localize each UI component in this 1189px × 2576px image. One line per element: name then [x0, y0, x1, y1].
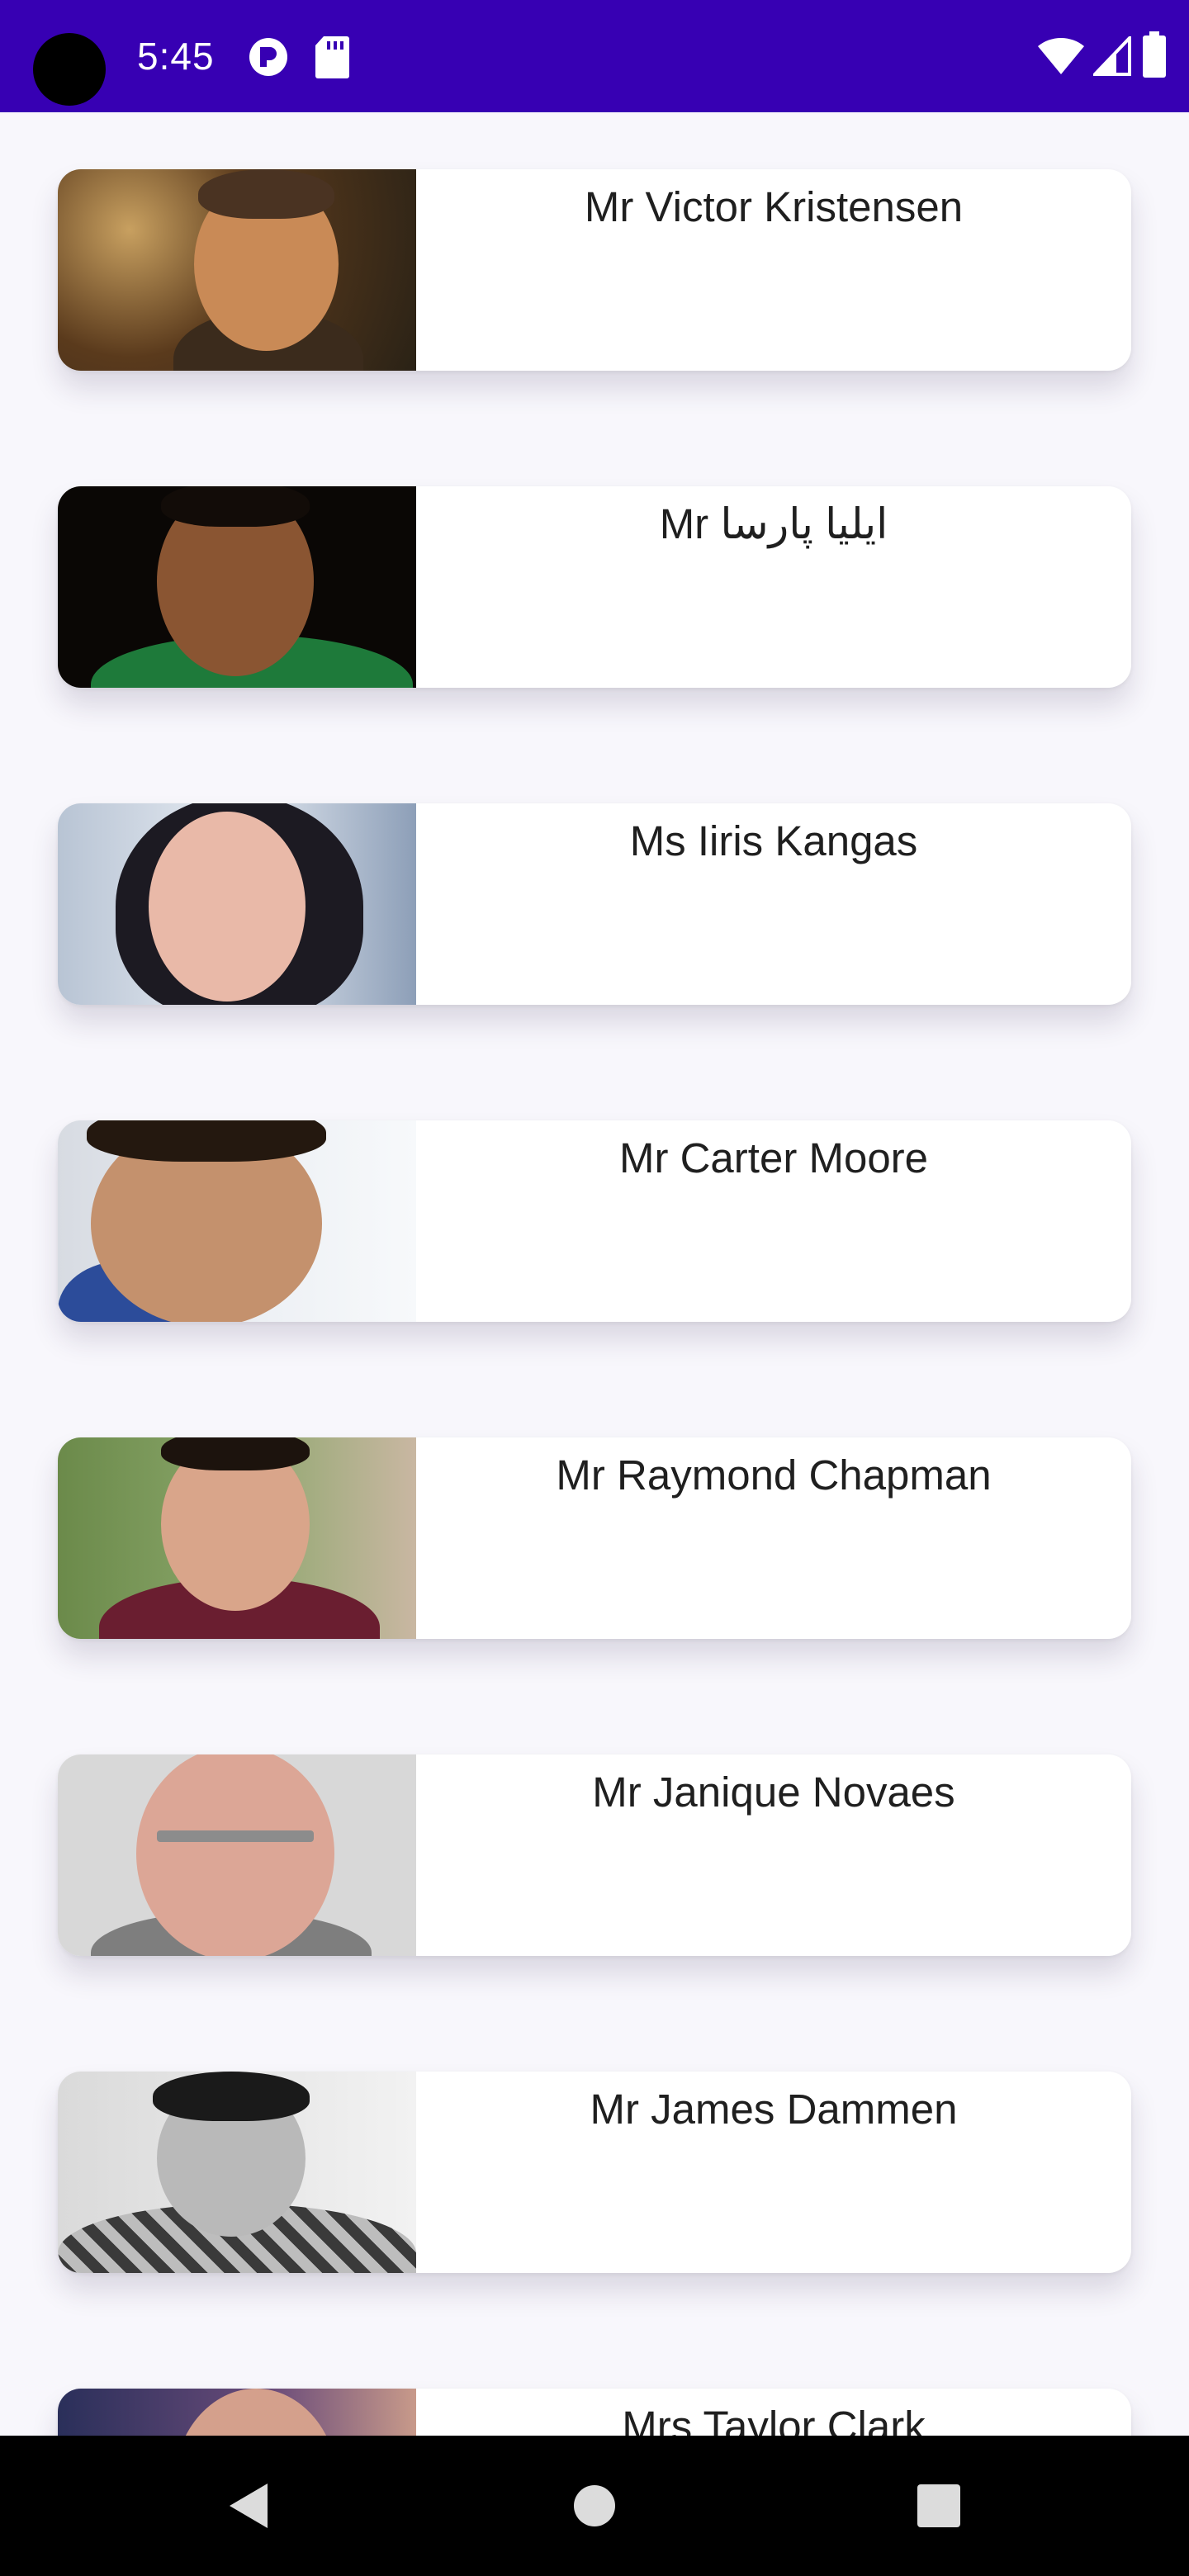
wifi-icon — [1038, 37, 1084, 74]
person-card[interactable]: Mrs Taylor Clark — [58, 2389, 1131, 2436]
avatar — [58, 1120, 416, 1322]
person-name: Ms Iiris Kangas — [629, 817, 918, 864]
avatar — [58, 2389, 416, 2436]
status-bar: 5:45 — [0, 0, 1189, 112]
person-name: Mr ایلیا پارسا — [659, 500, 888, 547]
camera-cutout — [33, 33, 106, 106]
person-name: Mr James Dammen — [590, 2086, 958, 2133]
person-card[interactable]: Mr Carter Moore — [58, 1120, 1131, 1322]
status-time: 5:45 — [137, 35, 215, 78]
person-card[interactable]: Mr Janique Novaes — [58, 1754, 1131, 1956]
person-name: Mrs Taylor Clark — [622, 2403, 926, 2436]
avatar — [58, 2072, 416, 2273]
sd-card-icon — [315, 36, 349, 78]
person-name: Mr Janique Novaes — [592, 1769, 955, 1816]
back-icon[interactable] — [220, 2477, 277, 2535]
person-card[interactable]: Mr James Dammen — [58, 2072, 1131, 2273]
person-name: Mr Carter Moore — [618, 1134, 929, 1181]
cell-signal-icon — [1093, 36, 1131, 76]
person-name: Mr Victor Kristensen — [584, 183, 964, 230]
person-card[interactable]: Mr ایلیا پارسا — [58, 486, 1131, 688]
person-card[interactable]: Ms Iiris Kangas — [58, 803, 1131, 1005]
battery-icon — [1143, 31, 1166, 78]
app-notification-icon — [249, 38, 287, 76]
person-card[interactable]: Mr Victor Kristensen — [58, 169, 1131, 371]
avatar — [58, 486, 416, 688]
avatar — [58, 1437, 416, 1639]
people-list[interactable]: Mr Victor Kristensen Mr ایلیا پارسا Ms I… — [0, 112, 1189, 2436]
navigation-bar — [0, 2436, 1189, 2576]
recents-icon[interactable] — [910, 2477, 968, 2535]
avatar — [58, 803, 416, 1005]
home-icon[interactable] — [566, 2477, 623, 2535]
person-name: Mr Raymond Chapman — [556, 1451, 992, 1499]
person-card[interactable]: Mr Raymond Chapman — [58, 1437, 1131, 1639]
avatar — [58, 169, 416, 371]
avatar — [58, 1754, 416, 1956]
